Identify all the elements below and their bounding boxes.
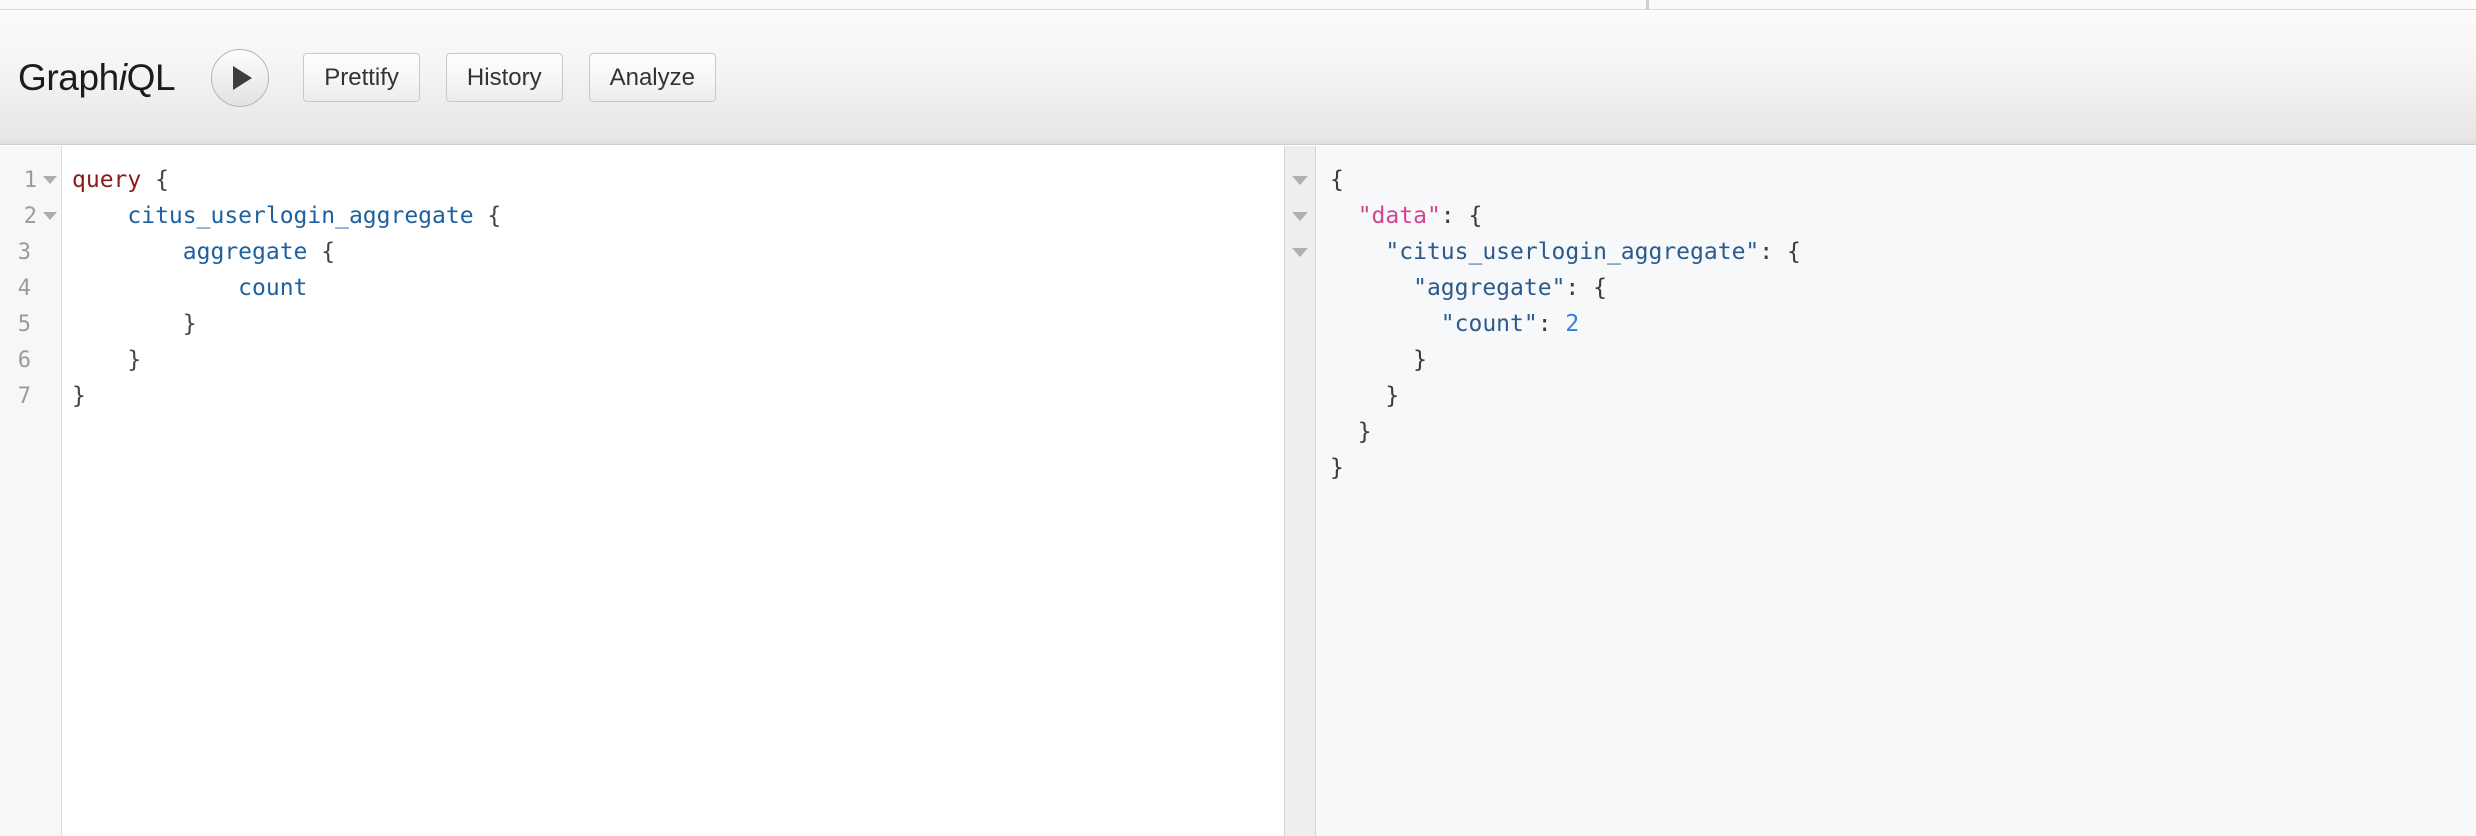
top-strip-notch [1646,0,1649,10]
code-line: query { [72,162,1284,198]
result-line: } [1330,414,2476,450]
result-panel: { "data": { "citus_userlogin_aggregate":… [1316,146,2476,836]
query-gutter: 1 2 3 4 5 6 7 [0,146,62,836]
toolbar: GraphiQL Prettify History Analyze [0,11,2476,145]
field-name: citus_userlogin_aggregate [127,203,474,229]
code-line: } [72,378,1284,414]
brace: } [72,383,86,409]
result-fold-row [1285,198,1315,234]
result-line: "citus_userlogin_aggregate": { [1330,234,2476,270]
result-line: "count": 2 [1330,306,2476,342]
brace: } [1330,455,1344,481]
brace: { [1330,167,1344,193]
brace: : { [1759,239,1801,265]
brace: } [1385,383,1400,409]
gutter-row: 3 [0,234,61,270]
result-line: { [1330,162,2476,198]
fold-caret-icon[interactable] [1292,247,1308,257]
fold-caret-icon[interactable] [43,176,57,184]
code-line: } [72,306,1284,342]
json-data-key: "data" [1357,203,1441,229]
colon: : [1537,311,1566,337]
result-line: } [1330,342,2476,378]
fold-caret-icon[interactable] [43,212,57,220]
result-fold-blank [1285,270,1315,306]
graphiql-logo: GraphiQL [18,56,176,99]
fold-caret-icon[interactable] [1292,211,1308,221]
gutter-row: 2 [0,198,61,234]
line-number: 5 [17,311,31,337]
query-code[interactable]: query { citus_userlogin_aggregate { aggr… [62,146,1284,836]
result-line: "data": { [1330,198,2476,234]
gutter-row: 1 [0,162,61,198]
brace: : { [1440,203,1483,229]
query-editor-pane[interactable]: 1 2 3 4 5 6 7 query { citus_userlogin_ag… [0,146,1284,836]
brace: } [1413,347,1427,373]
prettify-button[interactable]: Prettify [303,53,420,102]
graphiql-app: GraphiQL Prettify History Analyze 1 2 3 … [0,0,2476,836]
gutter-row: 7 [0,378,61,414]
json-key: "aggregate" [1413,275,1566,301]
brace: { [473,203,502,229]
logo-italic-i: i [118,56,127,98]
result-line: "aggregate": { [1330,270,2476,306]
line-number: 3 [17,239,31,265]
json-key: "citus_userlogin_aggregate" [1385,239,1760,265]
result-fold-row [1285,162,1315,198]
field-name: count [238,275,308,301]
code-line: count [72,270,1284,306]
code-line: } [72,342,1284,378]
gutter-row: 6 [0,342,61,378]
browser-top-strip [0,0,2476,10]
brace: : { [1565,275,1607,301]
line-number: 6 [17,347,31,373]
result-line: } [1330,450,2476,486]
fold-caret-icon[interactable] [1292,175,1308,185]
brace: { [141,167,169,193]
brace: } [182,311,197,337]
query-keyword: query [72,167,142,193]
editor-area: 1 2 3 4 5 6 7 query { citus_userlogin_ag… [0,146,2476,836]
field-name: aggregate [182,239,308,265]
line-number: 4 [17,275,31,301]
line-number: 1 [23,167,37,193]
logo-prefix: Graph [18,56,119,98]
logo-suffix: QL [126,56,176,98]
line-number: 7 [17,383,31,409]
history-button[interactable]: History [445,53,563,102]
brace: { [307,239,336,265]
result-fold-gutter [1284,146,1316,836]
json-number-value: 2 [1565,311,1580,337]
result-fold-row [1285,234,1315,270]
analyze-button[interactable]: Analyze [588,53,716,102]
brace: } [127,347,142,373]
play-icon [233,65,253,90]
json-key: "count" [1440,311,1538,337]
result-line: } [1330,378,2476,414]
line-number: 2 [23,203,37,229]
code-line: citus_userlogin_aggregate { [72,198,1284,234]
code-line: aggregate { [72,234,1284,270]
gutter-row: 4 [0,270,61,306]
brace: } [1357,419,1372,445]
gutter-row: 5 [0,306,61,342]
execute-query-button[interactable] [211,48,270,107]
